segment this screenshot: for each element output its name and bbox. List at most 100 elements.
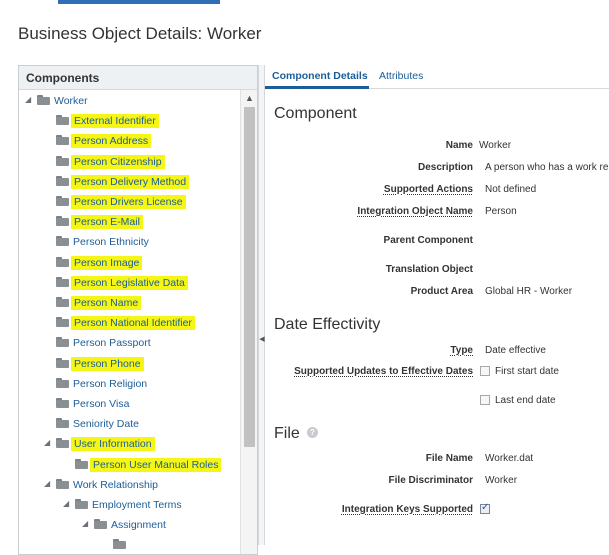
tree-item-label[interactable]: Person Citizenship <box>71 154 165 169</box>
tree-item-label[interactable]: Assignment <box>111 518 166 532</box>
tree-item-label[interactable]: Person Phone <box>71 356 144 371</box>
folder-icon <box>56 478 69 489</box>
tree-item-label[interactable]: Person Visa <box>73 397 129 411</box>
tree-item[interactable]: External Identifier <box>19 112 241 132</box>
tree-item-label[interactable]: Person Delivery Method <box>71 174 190 189</box>
tree-item[interactable]: Person Phone <box>19 355 241 375</box>
folder-icon <box>56 438 69 449</box>
folder-icon <box>37 95 50 105</box>
tree-expanded-toggle-icon[interactable]: ◢ <box>63 500 69 508</box>
tree-scrollbar[interactable]: ▲ <box>240 90 257 554</box>
integration-keys-supported-label[interactable]: Integration Keys Supported <box>342 504 473 515</box>
tree-item-label[interactable]: External Identifier <box>71 114 159 129</box>
tree-item-label[interactable]: Person Name <box>71 296 142 310</box>
tree-item[interactable]: Person Citizenship <box>19 153 241 173</box>
supported-actions-label[interactable]: Supported Actions <box>384 184 473 195</box>
components-tree: ◢ Worker External Identifier Person Address… <box>19 90 241 554</box>
first-start-date-checkbox[interactable] <box>480 366 490 376</box>
tree-item[interactable]: Person Religion <box>19 375 241 395</box>
tree-item-label[interactable]: Employment Terms <box>92 498 182 512</box>
tree-item[interactable]: ◢ User Information <box>19 435 241 455</box>
file-discriminator-label: File Discriminator <box>388 475 473 486</box>
tree-item[interactable]: Person E-Mail <box>19 213 241 233</box>
folder-icon <box>56 115 69 126</box>
folder-icon <box>56 398 69 408</box>
tree-item-label[interactable]: Person Drivers License <box>71 195 186 209</box>
folder-icon <box>56 317 69 328</box>
integration-object-name-label[interactable]: Integration Object Name <box>357 206 473 217</box>
tree-item-label[interactable]: Person User Manual Roles <box>90 457 222 472</box>
integration-keys-supported-checkbox[interactable] <box>480 502 490 514</box>
tree-item-label[interactable]: Person Passport <box>73 336 151 350</box>
tab-component-details[interactable]: Component Details <box>272 70 368 82</box>
folder-icon <box>56 216 69 227</box>
folder-icon <box>56 276 69 287</box>
help-icon[interactable]: ? <box>307 427 318 438</box>
type-value: Date effective <box>485 345 546 356</box>
supported-updates-label[interactable]: Supported Updates to Effective Dates <box>294 366 473 377</box>
tab-attributes[interactable]: Attributes <box>379 70 423 82</box>
tree-item[interactable]: ◢ Assignment <box>19 516 241 536</box>
tree-item[interactable]: Person Drivers License <box>19 193 241 213</box>
tree-item[interactable]: Person Address <box>19 132 241 152</box>
tree-item-label[interactable]: Person Legislative Data <box>71 275 188 290</box>
tree-item-label[interactable]: Seniority Date <box>73 417 139 431</box>
date-effectivity-section-title: Date Effectivity <box>274 316 381 333</box>
name-label: Name <box>445 140 473 151</box>
folder-icon <box>56 196 69 206</box>
top-accent-bar <box>58 0 220 4</box>
panel-splitter[interactable]: ◀ <box>258 65 265 545</box>
active-tab-indicator <box>265 86 369 89</box>
product-area-label: Product Area <box>410 286 473 297</box>
components-panel: Components ◢ Worker External Identifier Per… <box>18 65 258 555</box>
last-end-date-checkbox[interactable] <box>480 395 490 405</box>
folder-icon <box>75 499 88 509</box>
folder-icon <box>56 155 69 166</box>
tree-item-label[interactable]: Person Address <box>71 134 152 149</box>
tree-expanded-toggle-icon[interactable]: ◢ <box>44 479 50 488</box>
tree-item-label[interactable]: Person Religion <box>73 377 147 391</box>
tree-item[interactable] <box>19 536 241 554</box>
tree-item[interactable]: ◢ Employment Terms <box>19 496 241 516</box>
tree-item-label[interactable]: User Information <box>71 437 155 452</box>
folder-icon <box>56 256 69 267</box>
tree-item[interactable]: Person User Manual Roles <box>19 456 241 476</box>
description-label: Description <box>417 162 473 173</box>
name-value: Worker <box>479 140 512 151</box>
components-panel-header: Components <box>19 66 257 90</box>
parent-component-label: Parent Component <box>383 235 473 246</box>
folder-icon <box>75 458 88 469</box>
tree-item[interactable]: Seniority Date <box>19 415 241 435</box>
tree-item-label[interactable]: Worker <box>54 94 88 108</box>
tree-item-label[interactable]: Person National Identifier <box>71 316 195 331</box>
component-section-title: Component <box>274 105 357 122</box>
tree-item[interactable]: ◢ Worker <box>19 92 241 112</box>
last-end-date-label: Last end date <box>495 395 556 406</box>
tree-item[interactable]: Person Legislative Data <box>19 274 241 294</box>
tree-item[interactable]: Person Name <box>19 294 241 314</box>
tree-item[interactable]: ◢ Work Relationship <box>19 476 241 496</box>
file-section-title: File <box>274 425 300 442</box>
tree-expanded-toggle-icon[interactable]: ◢ <box>25 96 31 104</box>
folder-icon <box>94 519 107 530</box>
scrollbar-thumb[interactable] <box>244 107 255 447</box>
tree-item-label[interactable]: Person E-Mail <box>71 215 143 230</box>
file-name-label: File Name <box>425 453 473 464</box>
tree-item-label[interactable]: Work Relationship <box>73 478 158 492</box>
tree-item[interactable]: Person Ethnicity <box>19 233 241 253</box>
tree-item[interactable]: Person National Identifier <box>19 314 241 334</box>
tree-item-label[interactable]: Person Ethnicity <box>73 235 149 249</box>
description-value: A person who has a work re <box>485 162 609 173</box>
type-label[interactable]: Type <box>450 345 473 356</box>
folder-icon <box>56 175 69 186</box>
tree-item[interactable]: Person Visa <box>19 395 241 415</box>
tree-expanded-toggle-icon[interactable]: ◢ <box>82 520 88 528</box>
tree-item[interactable]: Person Passport <box>19 334 241 354</box>
folder-icon <box>56 337 69 348</box>
tree-item-label[interactable]: Person Image <box>71 255 143 270</box>
tree-item[interactable]: Person Image <box>19 254 241 274</box>
tree-item[interactable]: Person Delivery Method <box>19 173 241 193</box>
folder-icon <box>56 135 69 146</box>
tree-expanded-toggle-icon[interactable]: ◢ <box>44 439 50 447</box>
scroll-up-arrow-icon[interactable]: ▲ <box>241 90 257 106</box>
